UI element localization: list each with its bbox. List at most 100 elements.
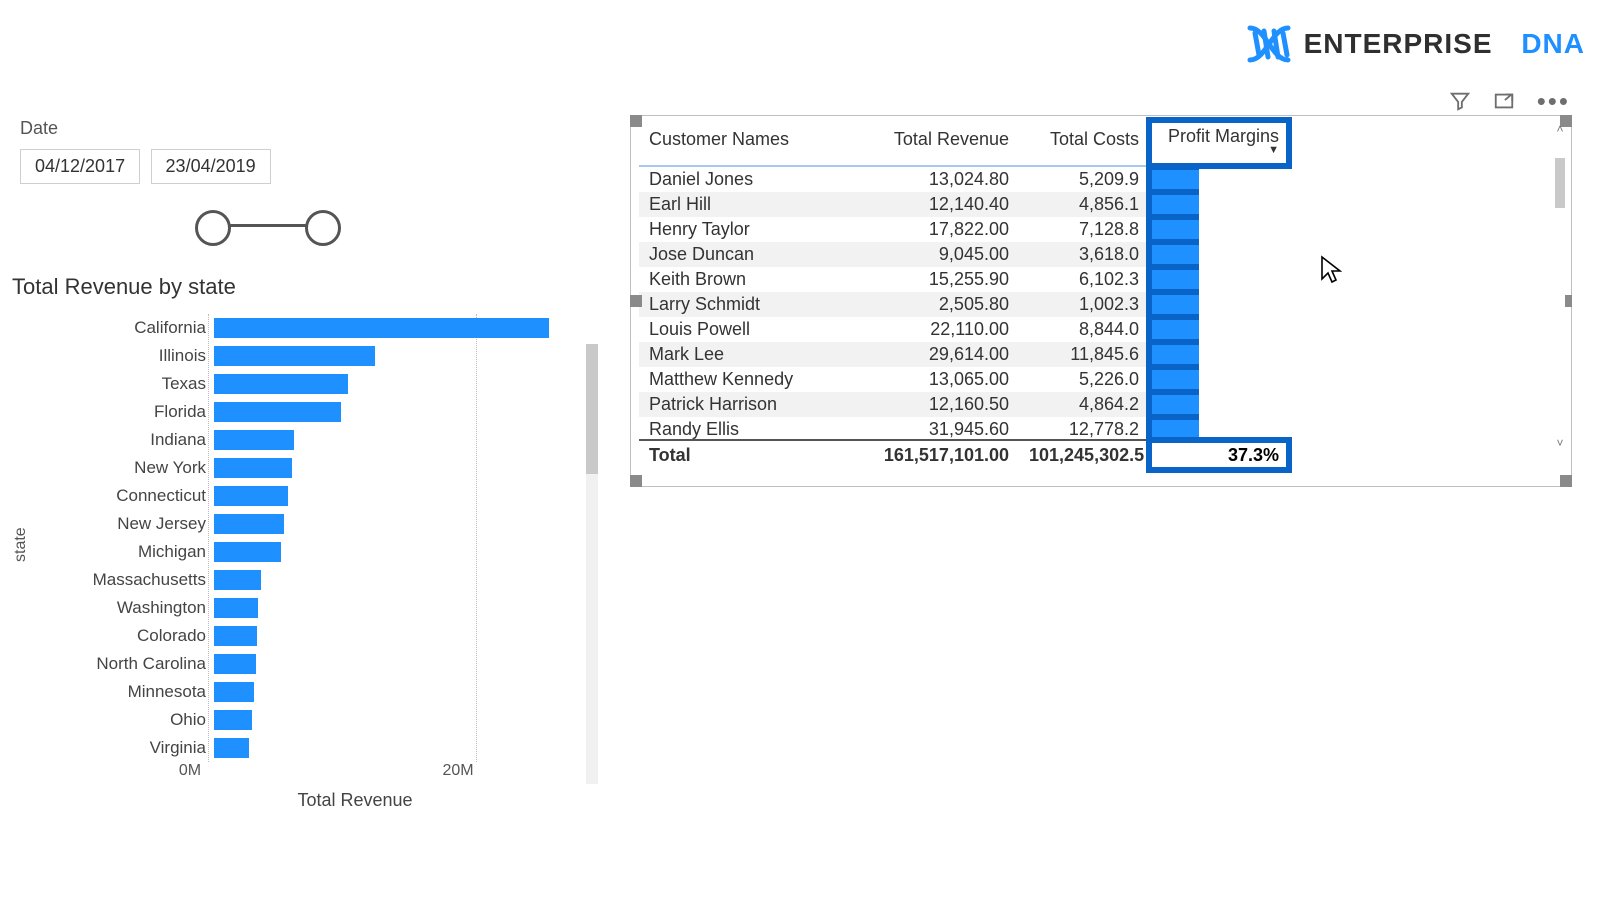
- table-row[interactable]: Patrick Harrison12,160.504,864.260.0%: [639, 392, 1199, 417]
- bar-chart-visual[interactable]: Total Revenue by state state CaliforniaI…: [12, 274, 582, 811]
- bar-fill[interactable]: [214, 654, 256, 674]
- resize-handle[interactable]: [630, 295, 642, 307]
- cell-revenue: 22,110.00: [849, 317, 1019, 342]
- total-costs: 101,245,302.5: [1019, 440, 1149, 470]
- bar-row[interactable]: Florida: [36, 398, 576, 426]
- cell-customer: Keith Brown: [639, 267, 849, 292]
- bar-category-label: New Jersey: [36, 514, 214, 534]
- slider-handle-start[interactable]: [195, 210, 231, 246]
- more-options-icon[interactable]: •••: [1537, 96, 1570, 106]
- table-row[interactable]: Louis Powell22,110.008,844.060.0%: [639, 317, 1199, 342]
- col-header-revenue[interactable]: Total Revenue: [849, 120, 1019, 166]
- date-slicer[interactable]: Date 04/12/2017 23/04/2019: [20, 118, 540, 246]
- focus-mode-icon[interactable]: [1493, 90, 1515, 112]
- brand-word-1: ENTERPRISE: [1304, 28, 1493, 60]
- bar-row[interactable]: Michigan: [36, 538, 576, 566]
- scrollbar-thumb[interactable]: [1555, 158, 1565, 208]
- bar-row[interactable]: Virginia: [36, 734, 576, 762]
- cell-costs: 3,618.0: [1019, 242, 1149, 267]
- date-from-input[interactable]: 04/12/2017: [20, 149, 140, 184]
- cell-customer: Louis Powell: [639, 317, 849, 342]
- bar-fill[interactable]: [214, 318, 549, 338]
- bar-category-label: Washington: [36, 598, 214, 618]
- cell-costs: 7,128.8: [1019, 217, 1149, 242]
- table-row[interactable]: Randy Ellis31,945.6012,778.260.0%: [639, 417, 1199, 439]
- chart-scrollbar[interactable]: [586, 344, 598, 784]
- cell-profit-margin: 60.0%: [1149, 267, 1199, 292]
- col-header-customer[interactable]: Customer Names: [639, 120, 849, 166]
- date-to-input[interactable]: 23/04/2019: [151, 149, 271, 184]
- table-total-row: Total 161,517,101.00 101,245,302.5 37.3%: [639, 440, 1289, 470]
- bar-row[interactable]: Indiana: [36, 426, 576, 454]
- bar-fill[interactable]: [214, 346, 375, 366]
- bar-fill[interactable]: [214, 682, 254, 702]
- bar-row[interactable]: Washington: [36, 594, 576, 622]
- cell-customer: Mark Lee: [639, 342, 849, 367]
- bar-row[interactable]: Minnesota: [36, 678, 576, 706]
- bar-row[interactable]: New Jersey: [36, 510, 576, 538]
- chart-title: Total Revenue by state: [12, 274, 582, 300]
- cell-profit-margin: 60.0%: [1149, 192, 1199, 217]
- total-revenue: 161,517,101.00: [849, 440, 1019, 470]
- table-row[interactable]: Mark Lee29,614.0011,845.660.0%: [639, 342, 1199, 367]
- customer-table[interactable]: Customer Names Total Revenue Total Costs…: [639, 120, 1199, 470]
- bar-fill[interactable]: [214, 514, 284, 534]
- col-header-costs[interactable]: Total Costs: [1019, 120, 1149, 166]
- table-scrollbar[interactable]: ˄ ˅: [1551, 120, 1569, 452]
- bar-row[interactable]: Massachusetts: [36, 566, 576, 594]
- scroll-up-icon[interactable]: ˄: [1556, 120, 1563, 138]
- bar-row[interactable]: Illinois: [36, 342, 576, 370]
- slider-handle-end[interactable]: [305, 210, 341, 246]
- filter-icon[interactable]: [1449, 90, 1471, 112]
- table-row[interactable]: Henry Taylor17,822.007,128.860.0%: [639, 217, 1199, 242]
- bar-fill[interactable]: [214, 486, 288, 506]
- bar-row[interactable]: New York: [36, 454, 576, 482]
- resize-handle[interactable]: [1560, 475, 1572, 487]
- bar-fill[interactable]: [214, 598, 258, 618]
- resize-handle[interactable]: [630, 475, 642, 487]
- bar-category-label: North Carolina: [36, 654, 214, 674]
- col-header-profit-margins[interactable]: Profit Margins ▼: [1149, 120, 1289, 166]
- bar-fill[interactable]: [214, 402, 341, 422]
- cell-costs: 12,778.2: [1019, 417, 1149, 439]
- bar-fill[interactable]: [214, 626, 257, 646]
- total-label: Total: [639, 440, 849, 470]
- bar-fill[interactable]: [214, 430, 294, 450]
- cell-customer: Patrick Harrison: [639, 392, 849, 417]
- bar-row[interactable]: California: [36, 314, 576, 342]
- cell-profit-margin: 60.0%: [1149, 217, 1199, 242]
- resize-handle[interactable]: [630, 115, 642, 127]
- bar-fill[interactable]: [214, 738, 249, 758]
- table-row[interactable]: Daniel Jones13,024.805,209.960.0%: [639, 167, 1199, 192]
- bar-row[interactable]: Colorado: [36, 622, 576, 650]
- scrollbar-track[interactable]: [1555, 138, 1565, 434]
- date-range-slider[interactable]: [50, 206, 350, 246]
- table-row[interactable]: Keith Brown15,255.906,102.360.0%: [639, 267, 1199, 292]
- bar-category-label: Connecticut: [36, 486, 214, 506]
- bar-fill[interactable]: [214, 374, 348, 394]
- table-row[interactable]: Matthew Kennedy13,065.005,226.060.0%: [639, 367, 1199, 392]
- bar-fill[interactable]: [214, 458, 292, 478]
- cell-profit-margin: 60.0%: [1149, 392, 1199, 417]
- bar-fill[interactable]: [214, 570, 261, 590]
- table-row[interactable]: Earl Hill12,140.404,856.160.0%: [639, 192, 1199, 217]
- chart-scrollbar-thumb[interactable]: [586, 344, 598, 474]
- bar-row[interactable]: Connecticut: [36, 482, 576, 510]
- brand-word-2: DNA: [1521, 28, 1585, 60]
- table-visual[interactable]: Customer Names Total Revenue Total Costs…: [630, 115, 1572, 487]
- bar-category-label: California: [36, 318, 214, 338]
- bar-fill[interactable]: [214, 710, 252, 730]
- cell-customer: Henry Taylor: [639, 217, 849, 242]
- scroll-down-icon[interactable]: ˅: [1556, 434, 1563, 452]
- bar-row[interactable]: North Carolina: [36, 650, 576, 678]
- cell-costs: 5,209.9: [1019, 167, 1149, 192]
- cell-customer: Matthew Kennedy: [639, 367, 849, 392]
- cell-customer: Larry Schmidt: [639, 292, 849, 317]
- bar-row[interactable]: Texas: [36, 370, 576, 398]
- cell-costs: 4,864.2: [1019, 392, 1149, 417]
- table-row[interactable]: Jose Duncan9,045.003,618.060.0%: [639, 242, 1199, 267]
- cell-profit-margin: 60.0%: [1149, 242, 1199, 267]
- bar-row[interactable]: Ohio: [36, 706, 576, 734]
- bar-fill[interactable]: [214, 542, 281, 562]
- table-row[interactable]: Larry Schmidt2,505.801,002.360.0%: [639, 292, 1199, 317]
